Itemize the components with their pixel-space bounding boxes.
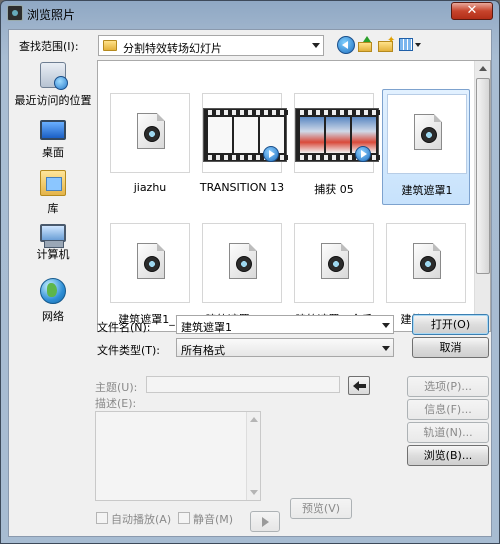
subject-label: 主题(U): bbox=[95, 381, 138, 394]
info-button[interactable]: 信息(F)... bbox=[407, 399, 489, 420]
network-icon bbox=[40, 278, 66, 304]
filetype-select[interactable]: 所有格式 bbox=[176, 338, 394, 357]
mute-checkbox[interactable] bbox=[178, 512, 190, 524]
options-button[interactable]: 选项(P)... bbox=[407, 376, 489, 397]
play-icon bbox=[355, 146, 371, 162]
file-thumbnail bbox=[202, 93, 288, 173]
up-folder-icon[interactable] bbox=[357, 36, 375, 54]
dialog-body: 查找范围(I): 分割特效转场幻灯片 ✦ 最近访问的位置 桌面 库 计算机 网络… bbox=[8, 29, 492, 537]
open-photo-dialog: 浏览照片 ✕ 查找范围(I): 分割特效转场幻灯片 ✦ 最近访问的位置 桌面 库 bbox=[0, 0, 500, 544]
filetype-value: 所有格式 bbox=[181, 344, 225, 357]
file-thumbnail bbox=[110, 223, 190, 303]
chevron-down-icon[interactable] bbox=[382, 323, 390, 328]
chevron-down-icon[interactable] bbox=[312, 43, 320, 48]
media-file-icon bbox=[413, 243, 441, 279]
autoplay-label: 自动播放(A) bbox=[111, 513, 172, 526]
chevron-down-icon[interactable] bbox=[382, 346, 390, 351]
place-label: 库 bbox=[47, 202, 59, 215]
file-thumbnail bbox=[294, 93, 380, 173]
current-folder-path: 分割特效转场幻灯片 bbox=[123, 42, 222, 55]
place-recent[interactable]: 最近访问的位置 bbox=[13, 62, 93, 108]
places-bar: 最近访问的位置 桌面 库 计算机 网络 bbox=[13, 60, 93, 332]
media-file-icon bbox=[229, 243, 257, 279]
media-file-icon bbox=[137, 113, 165, 149]
place-label: 网络 bbox=[42, 310, 64, 323]
media-file-icon bbox=[137, 243, 165, 279]
file-item[interactable]: jiazhu bbox=[106, 89, 194, 205]
view-menu-icon[interactable] bbox=[399, 36, 421, 54]
description-textarea[interactable] bbox=[95, 411, 261, 501]
back-icon[interactable] bbox=[337, 36, 355, 54]
description-label: 描述(E): bbox=[95, 397, 137, 410]
file-thumbnail bbox=[202, 223, 282, 303]
mute-label: 静音(M) bbox=[193, 513, 234, 526]
file-thumbnail bbox=[294, 223, 374, 303]
open-button[interactable]: 打开(O) bbox=[412, 314, 489, 335]
folder-icon bbox=[103, 40, 117, 51]
recent-places-icon bbox=[40, 62, 68, 90]
media-file-icon bbox=[414, 114, 442, 150]
app-icon bbox=[7, 5, 23, 21]
place-libraries[interactable]: 库 bbox=[13, 170, 93, 216]
title-bar[interactable]: 浏览照片 ✕ bbox=[1, 1, 499, 25]
file-list-scrollbar[interactable] bbox=[474, 61, 490, 331]
place-desktop[interactable]: 桌面 bbox=[13, 116, 93, 160]
close-button[interactable]: ✕ bbox=[451, 2, 493, 20]
desktop-icon bbox=[40, 120, 66, 140]
filename-label: 文件名(N): bbox=[97, 321, 151, 334]
look-in-combo[interactable]: 分割特效转场幻灯片 bbox=[98, 35, 324, 56]
place-label: 桌面 bbox=[42, 146, 64, 159]
play-button[interactable] bbox=[250, 511, 280, 532]
preview-button[interactable]: 预览(V) bbox=[290, 498, 352, 519]
libraries-icon bbox=[40, 170, 66, 196]
file-item-selected[interactable]: 建筑遮罩1 bbox=[382, 89, 470, 205]
track-button[interactable]: 轨道(N)... bbox=[407, 422, 489, 443]
place-computer[interactable]: 计算机 bbox=[13, 224, 93, 262]
place-label: 计算机 bbox=[36, 248, 70, 261]
filename-value: 建筑遮罩1 bbox=[181, 321, 232, 334]
place-network[interactable]: 网络 bbox=[13, 278, 93, 324]
file-thumbnail bbox=[387, 94, 467, 174]
scroll-up-icon[interactable] bbox=[476, 61, 490, 77]
file-item[interactable]: 捕获 05 bbox=[290, 89, 380, 205]
file-name: 建筑遮罩1 bbox=[401, 184, 453, 197]
look-in-label: 查找范围(I): bbox=[19, 40, 79, 53]
description-scrollbar[interactable] bbox=[246, 412, 260, 500]
filename-combo[interactable]: 建筑遮罩1 bbox=[176, 315, 394, 334]
scrollbar-thumb[interactable] bbox=[476, 78, 490, 274]
file-item[interactable]: TRANSITION 13 bbox=[198, 89, 288, 205]
new-folder-icon[interactable]: ✦ bbox=[377, 36, 395, 54]
place-label: 最近访问的位置 bbox=[14, 94, 92, 107]
file-list[interactable]: jiazhu TRANSITION 13 捕获 05 建筑遮罩1 建筑遮罩1_1 bbox=[97, 60, 491, 332]
file-thumbnail bbox=[110, 93, 190, 173]
cancel-button[interactable]: 取消 bbox=[412, 337, 489, 358]
play-icon bbox=[263, 146, 279, 162]
file-thumbnail bbox=[386, 223, 466, 303]
window-title: 浏览照片 bbox=[27, 8, 76, 22]
media-file-icon bbox=[321, 243, 349, 279]
computer-icon bbox=[40, 224, 66, 248]
back-arrow-icon[interactable] bbox=[348, 376, 370, 395]
filetype-label: 文件类型(T): bbox=[97, 344, 161, 357]
browse-button[interactable]: 浏览(B)... bbox=[407, 445, 489, 466]
subject-input[interactable] bbox=[146, 376, 340, 393]
autoplay-checkbox[interactable] bbox=[96, 512, 108, 524]
